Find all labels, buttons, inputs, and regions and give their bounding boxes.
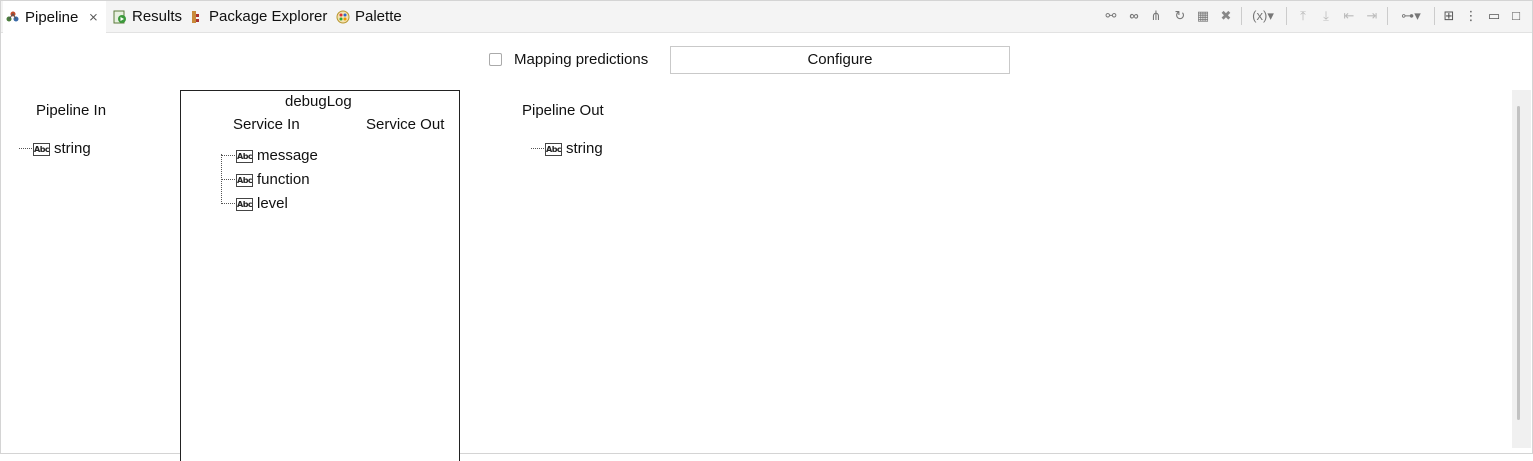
- pipeline-out-field[interactable]: string: [566, 140, 603, 157]
- shift-right-icon[interactable]: ⇥: [1363, 7, 1381, 25]
- tab-package-explorer[interactable]: Package Explorer: [189, 1, 327, 32]
- configure-button[interactable]: Configure: [670, 46, 1010, 74]
- package-explorer-icon: [189, 9, 205, 25]
- mapping-predictions-label: Mapping predictions: [514, 51, 649, 68]
- vertical-scrollbar[interactable]: [1512, 90, 1531, 448]
- toggle-icon[interactable]: ⊶▾: [1394, 7, 1428, 25]
- palette-icon: [335, 9, 351, 25]
- step-icon[interactable]: ↻: [1171, 7, 1189, 25]
- variable-icon[interactable]: (x)▾: [1247, 7, 1279, 25]
- service-in-field-level[interactable]: level: [257, 195, 288, 212]
- string-type-icon: Abc: [236, 150, 253, 163]
- service-in-field-function[interactable]: function: [257, 171, 310, 188]
- results-icon: [112, 9, 128, 25]
- mapping-predictions-checkbox[interactable]: [489, 53, 502, 66]
- link-icon[interactable]: ⚯: [1102, 7, 1120, 25]
- grid-icon[interactable]: ▦: [1193, 7, 1213, 25]
- pipeline-out-title: Pipeline Out: [522, 102, 604, 119]
- string-type-icon: Abc: [545, 143, 562, 156]
- move-down-icon[interactable]: ⤓: [1317, 7, 1335, 25]
- string-type-icon: Abc: [236, 174, 253, 187]
- tab-label: Pipeline: [25, 8, 79, 26]
- more-icon[interactable]: ⋮: [1464, 7, 1478, 25]
- shift-left-icon[interactable]: ⇤: [1340, 7, 1358, 25]
- service-name: debugLog: [285, 93, 352, 110]
- infinity-icon[interactable]: ∞: [1124, 7, 1144, 25]
- minimize-icon[interactable]: ▭: [1487, 7, 1501, 25]
- service-box[interactable]: [180, 90, 460, 461]
- layout-icon[interactable]: ⊞: [1440, 7, 1458, 25]
- close-icon[interactable]: ⨯: [88, 10, 98, 24]
- pipeline-in-field[interactable]: string: [54, 140, 91, 157]
- tab-bar: Pipeline ⨯ Results Package Explorer Pale…: [1, 1, 1532, 33]
- delete-icon[interactable]: ✖: [1217, 7, 1235, 25]
- scrollbar-thumb[interactable]: [1517, 106, 1520, 420]
- move-up-icon[interactable]: ⤒: [1294, 7, 1312, 25]
- service-in-title: Service In: [233, 116, 300, 133]
- branch-icon[interactable]: ⋔: [1147, 7, 1165, 25]
- pipeline-in-title: Pipeline In: [36, 102, 107, 119]
- tab-results[interactable]: Results: [112, 1, 182, 32]
- string-type-icon: Abc: [33, 143, 50, 156]
- service-in-field-message[interactable]: message: [257, 147, 318, 164]
- tab-label: Palette: [355, 8, 402, 25]
- tab-label: Results: [132, 8, 183, 25]
- tab-label: Package Explorer: [209, 8, 328, 25]
- tab-palette[interactable]: Palette: [335, 1, 402, 32]
- maximize-icon[interactable]: □: [1509, 7, 1523, 25]
- tab-pipeline[interactable]: Pipeline ⨯: [3, 1, 107, 33]
- service-out-title: Service Out: [366, 116, 445, 133]
- string-type-icon: Abc: [236, 198, 253, 211]
- pipeline-icon: [5, 9, 21, 25]
